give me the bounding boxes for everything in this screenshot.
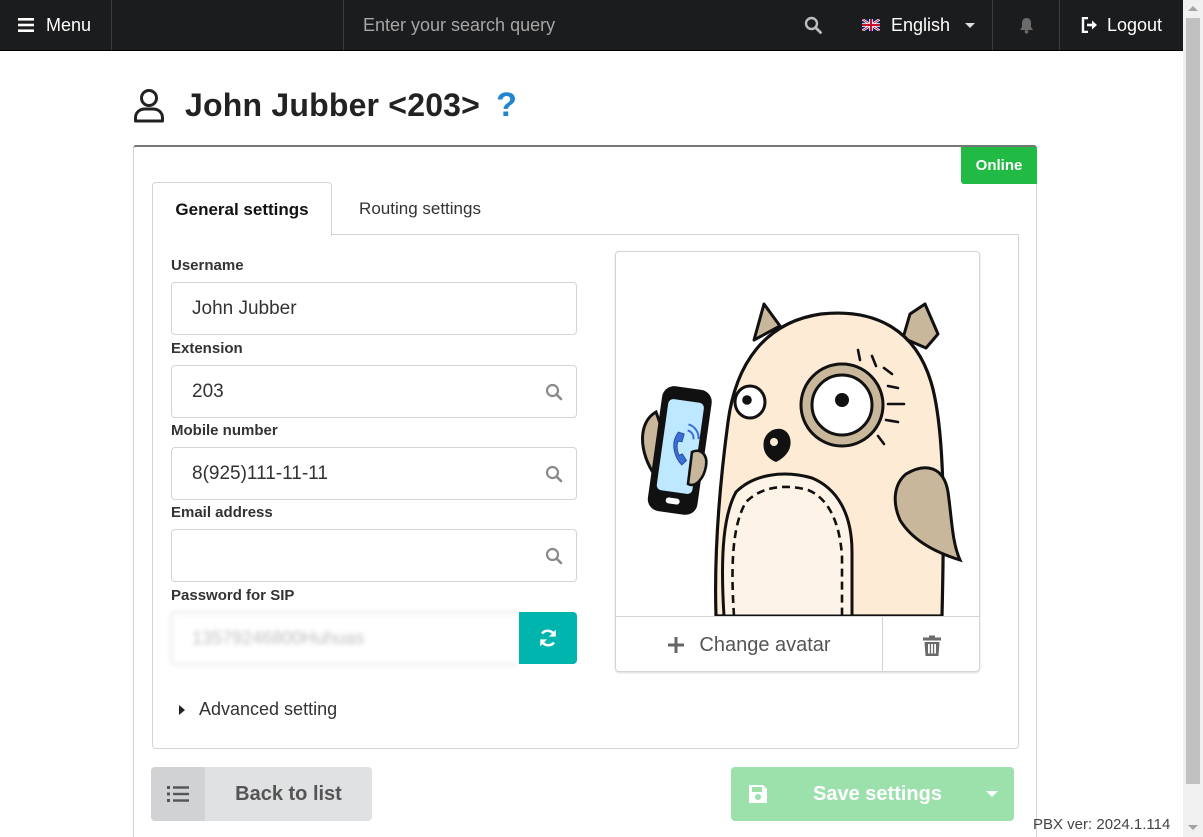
- topbar-spacer: [112, 0, 344, 50]
- username-value: John Jubber: [192, 297, 297, 319]
- username-label: Username: [171, 257, 244, 274]
- list-icon: [151, 767, 205, 821]
- page-header: John Jubber <203> ?: [133, 86, 517, 125]
- chevron-down-icon: [965, 22, 976, 28]
- change-avatar-button[interactable]: Change avatar: [616, 617, 882, 671]
- general-settings-panel: Username John Jubber Extension 203 Mobil…: [152, 235, 1019, 749]
- email-label: Email address: [171, 504, 273, 521]
- avatar-card: Change avatar: [615, 251, 980, 672]
- search-icon: [804, 16, 822, 34]
- employee-form-segment: Online General settings Routing settings…: [133, 145, 1037, 837]
- save-icon: [731, 767, 785, 821]
- trash-icon: [923, 635, 941, 656]
- bell-icon: [1019, 17, 1033, 34]
- tab-general-settings[interactable]: General settings: [152, 182, 332, 236]
- avatar-image: [616, 252, 979, 616]
- mobile-field[interactable]: 8(925)111-11-11: [171, 447, 577, 500]
- advanced-settings-label: Advanced setting: [199, 699, 338, 719]
- delete-avatar-button[interactable]: [882, 617, 979, 671]
- avatar-actions: Change avatar: [616, 616, 979, 671]
- tab-routing-settings[interactable]: Routing settings: [332, 182, 508, 235]
- scroll-up-arrow[interactable]: [1188, 6, 1198, 11]
- notifications-button[interactable]: [993, 0, 1060, 50]
- page-title: John Jubber <203>: [185, 87, 481, 123]
- status-badge: Online: [961, 147, 1037, 184]
- email-field[interactable]: [171, 529, 577, 582]
- refresh-icon: [540, 629, 556, 647]
- save-settings-button[interactable]: Save settings: [731, 767, 1014, 821]
- extension-field[interactable]: 203: [171, 365, 577, 418]
- scroll-down-arrow[interactable]: [1188, 825, 1198, 830]
- page-scrollbar[interactable]: [1183, 0, 1203, 837]
- logout-label: Logout: [1107, 14, 1163, 35]
- extension-value: 203: [192, 380, 224, 402]
- chevron-down-icon: [986, 791, 998, 797]
- language-dropdown[interactable]: English: [842, 0, 993, 50]
- mobile-label: Mobile number: [171, 422, 278, 439]
- username-field[interactable]: John Jubber: [171, 282, 577, 335]
- plus-icon: [668, 637, 685, 653]
- settings-tabs: General settings Routing settings: [152, 182, 1019, 236]
- uk-flag-icon: [862, 19, 880, 31]
- search-icon: [532, 547, 576, 565]
- search-button[interactable]: [804, 16, 822, 39]
- hamburger-icon: [18, 18, 34, 32]
- sip-password-label: Password for SIP: [171, 587, 295, 604]
- language-label: English: [891, 14, 951, 35]
- sip-password-field[interactable]: 13579246800Huhuas: [171, 612, 519, 665]
- mobile-value: 8(925)111-11-11: [192, 462, 328, 484]
- generate-password-button[interactable]: [519, 612, 577, 664]
- scrollbar-thumb[interactable]: [1186, 18, 1200, 784]
- search-icon: [532, 465, 576, 483]
- back-to-list-button[interactable]: Back to list: [151, 767, 372, 821]
- menu-label: Menu: [46, 14, 92, 35]
- top-menu-bar: Menu English Logout: [0, 0, 1183, 51]
- save-settings-label: Save settings: [813, 782, 942, 805]
- menu-button[interactable]: Menu: [0, 0, 112, 50]
- save-options-dropdown[interactable]: [970, 767, 1014, 821]
- help-question-icon[interactable]: ?: [496, 86, 517, 125]
- change-avatar-label: Change avatar: [699, 633, 831, 656]
- logout-button[interactable]: Logout: [1060, 0, 1182, 50]
- caret-right-icon: [179, 704, 185, 715]
- search-icon: [532, 383, 576, 401]
- search-input[interactable]: [363, 14, 783, 36]
- version-text: PBX ver: 2024.1.114: [1033, 816, 1171, 833]
- global-search: [344, 0, 842, 50]
- sign-out-icon: [1081, 17, 1097, 33]
- advanced-settings-toggle[interactable]: Advanced setting: [179, 699, 337, 720]
- extension-label: Extension: [171, 340, 243, 357]
- sip-password-value: 13579246800Huhuas: [192, 628, 365, 648]
- back-to-list-label: Back to list: [235, 782, 342, 805]
- user-outline-icon: [134, 88, 164, 122]
